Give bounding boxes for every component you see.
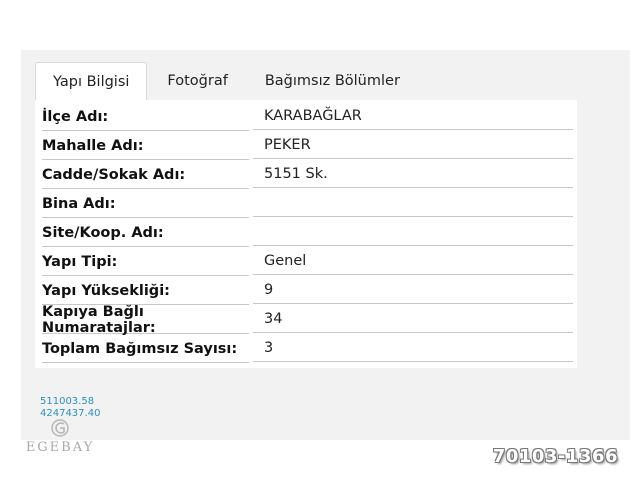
building-info-table: İlçe Adı: KARABAĞLAR Mahalle Adı: PEKER … (35, 100, 577, 368)
table-row: İlçe Adı: KARABAĞLAR (40, 103, 573, 132)
field-label: Bina Adı: (42, 190, 249, 218)
field-value: Genel (253, 248, 573, 275)
tab-fotograf[interactable]: Fotoğraf (147, 62, 247, 100)
table-row: Mahalle Adı: PEKER (40, 132, 573, 161)
field-value: 34 (253, 306, 573, 333)
field-label: Site/Koop. Adı: (42, 219, 249, 247)
table-row: Cadde/Sokak Adı: 5151 Sk. (40, 161, 573, 190)
brand-logo: EGEBAY (24, 418, 96, 462)
table-row: Toplam Bağımsız Sayısı: 3 (40, 335, 573, 364)
field-value: 5151 Sk. (253, 161, 573, 188)
field-value: 3 (253, 335, 573, 362)
logo-emblem-icon (51, 419, 69, 437)
field-label: Yapı Tipi: (42, 248, 249, 276)
field-label: Toplam Bağımsız Sayısı: (42, 335, 249, 363)
field-value (253, 219, 573, 246)
field-value: PEKER (253, 132, 573, 159)
field-label: İlçe Adı: (42, 103, 249, 131)
table-row: Bina Adı: (40, 190, 573, 219)
field-label: Kapıya Bağlı Numaratajlar: (42, 304, 249, 336)
listing-reference-number: 70103-1366 (492, 446, 618, 467)
field-value: 9 (253, 277, 573, 304)
field-label: Mahalle Adı: (42, 132, 249, 160)
field-value: KARABAĞLAR (253, 103, 573, 130)
field-label: Yapı Yüksekliği: (42, 277, 249, 305)
table-row: Kapıya Bağlı Numaratajlar: 34 (40, 304, 573, 336)
tab-yapi-bilgisi[interactable]: Yapı Bilgisi (35, 62, 148, 100)
tab-bagimsiz-bolumler[interactable]: Bağımsız Bölümler (248, 62, 417, 100)
coordinate-x: 511003.58 (40, 396, 95, 407)
logo-wordmark: EGEBAY (25, 440, 95, 455)
coordinate-readout: 511003.58 4247437.40 (40, 396, 100, 420)
tab-bar: Yapı Bilgisi Fotoğraf Bağımsız Bölümler (35, 62, 417, 100)
field-value (253, 190, 573, 217)
table-row: Site/Koop. Adı: (40, 219, 573, 248)
field-label: Cadde/Sokak Adı: (42, 161, 249, 189)
table-row: Yapı Yüksekliği: 9 (40, 277, 573, 306)
table-row: Yapı Tipi: Genel (40, 248, 573, 277)
